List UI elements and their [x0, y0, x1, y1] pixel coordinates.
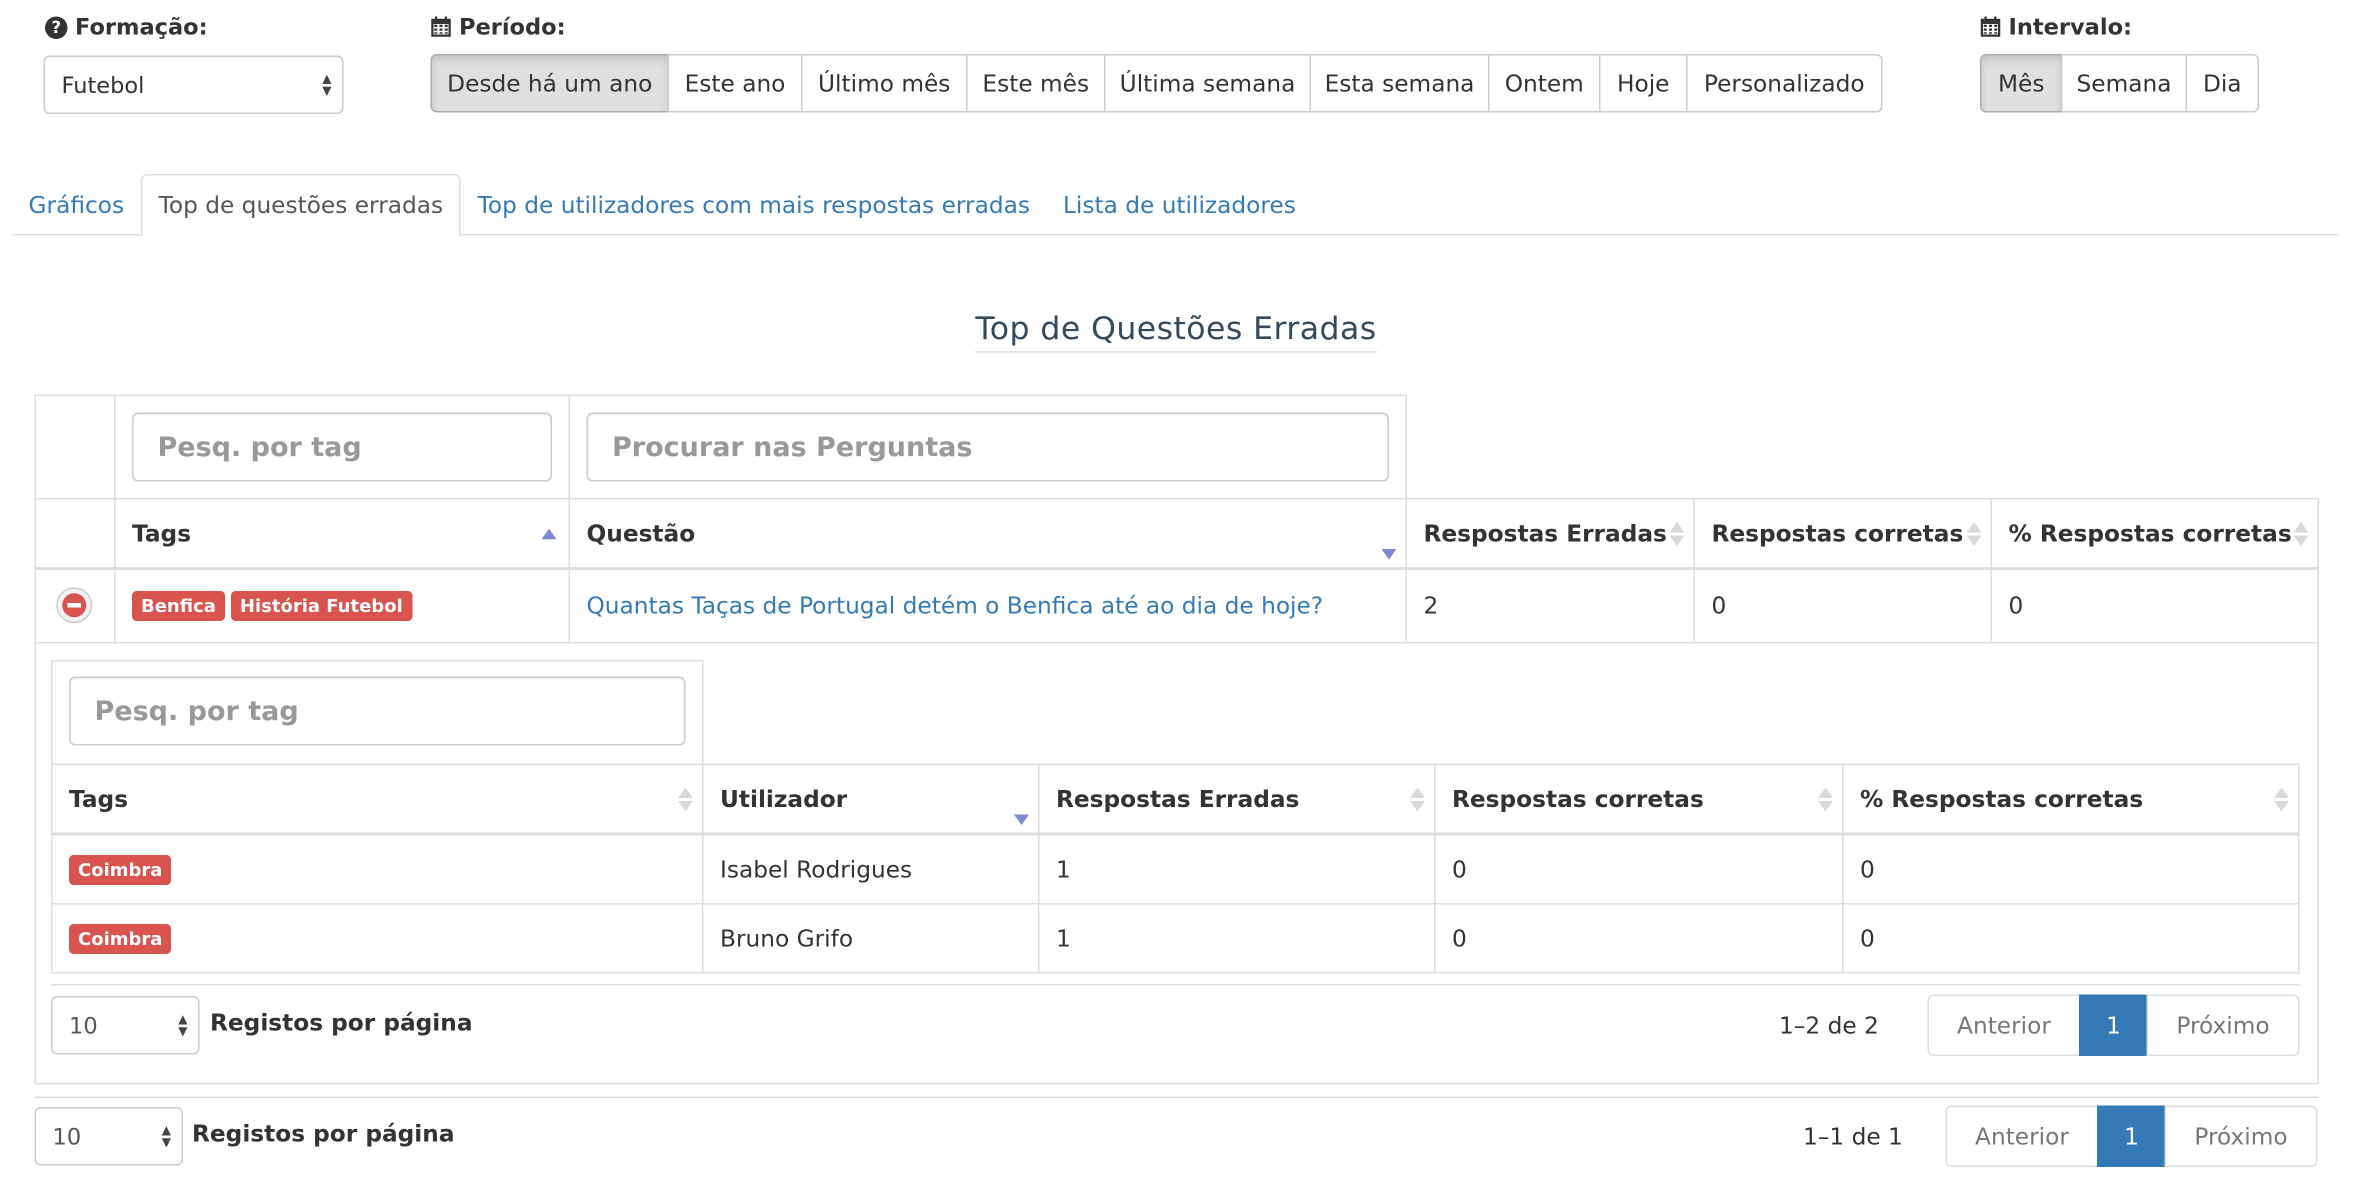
- tab-top-utilizadores[interactable]: Top de utilizadores com mais respostas e…: [461, 174, 1046, 236]
- sort-icon: [2274, 787, 2289, 812]
- section-title: Top de Questões Erradas: [0, 310, 2352, 353]
- sort-icon: [1966, 522, 1982, 546]
- sort-icon: [678, 787, 693, 812]
- periodo-button-group: Desde há um ano Este ano Último mês Este…: [430, 54, 1883, 113]
- main-table: Pesq. por tag Procurar nas Perguntas Tag…: [34, 394, 2319, 1085]
- periodo-desde-ha-um-ano-button[interactable]: Desde há um ano: [430, 54, 669, 113]
- intervalo-mes-button[interactable]: Mês: [1980, 54, 2063, 113]
- table-row-tag: Coimbra: [53, 905, 703, 973]
- sub-next-button[interactable]: Próximo: [2146, 994, 2300, 1056]
- next-button[interactable]: Próximo: [2164, 1105, 2318, 1167]
- sub-pagination: Anterior 1 Próximo: [1927, 994, 2300, 1056]
- tag-badge[interactable]: Coimbra: [69, 923, 172, 954]
- cell-pct-respostas-corretas: 0: [1860, 924, 1875, 952]
- tag-search-input[interactable]: Pesq. por tag: [132, 412, 552, 482]
- sub-prev-button[interactable]: Anterior: [1927, 994, 2081, 1056]
- select-arrows-icon: ▲ ▼: [161, 1122, 171, 1149]
- sub-page-1-button[interactable]: 1: [2079, 994, 2148, 1056]
- sort-icon: [1818, 787, 1833, 812]
- calendar-icon: [431, 16, 451, 37]
- sub-col-utilizador-header[interactable]: Utilizador: [704, 765, 1039, 834]
- periodo-esta-semana-button[interactable]: Esta semana: [1309, 54, 1490, 113]
- sort-desc-icon: [1014, 814, 1029, 825]
- sub-col-respostas-corretas-header[interactable]: Respostas corretas: [1436, 765, 1843, 834]
- col-respostas-erradas-header[interactable]: Respostas Erradas: [1407, 500, 1694, 569]
- sort-icon: [1410, 787, 1425, 812]
- cell-respostas-erradas: 1: [1056, 855, 1071, 883]
- pagination-range: 1–1 de 1: [1803, 1123, 1903, 1151]
- formacao-label: ? Formação:: [45, 14, 208, 41]
- tab-graficos[interactable]: Gráficos: [12, 174, 141, 236]
- cell-utilizador: Bruno Grifo: [720, 924, 854, 952]
- sub-tag-search-input[interactable]: Pesq. por tag: [69, 676, 686, 746]
- sub-col-pct-respostas-corretas-header[interactable]: % Respostas corretas: [1844, 765, 2299, 834]
- collapse-row-button[interactable]: [56, 587, 94, 625]
- col-respostas-corretas-header[interactable]: Respostas corretas: [1695, 500, 1991, 569]
- periodo-ultimo-mes-button[interactable]: Último mês: [801, 54, 968, 113]
- page-1-button[interactable]: 1: [2097, 1105, 2166, 1167]
- tab-top-questoes-erradas[interactable]: Top de questões erradas: [140, 174, 462, 237]
- sort-icon: [1669, 522, 1685, 546]
- table-row-tag: Coimbra: [53, 836, 703, 904]
- col-pct-respostas-corretas-header[interactable]: % Respostas corretas: [1992, 500, 2318, 569]
- prev-button[interactable]: Anterior: [1945, 1105, 2099, 1167]
- sub-page-size-select[interactable]: 10 ▲ ▼: [51, 996, 200, 1055]
- tag-badge[interactable]: Coimbra: [69, 854, 172, 885]
- tab-lista-utilizadores[interactable]: Lista de utilizadores: [1046, 174, 1312, 236]
- intervalo-semana-button[interactable]: Semana: [2061, 54, 2187, 113]
- sub-col-respostas-erradas-header[interactable]: Respostas Erradas: [1040, 765, 1435, 834]
- question-circle-icon: ?: [45, 15, 68, 39]
- cell-pct-respostas-corretas: 0: [2008, 592, 2024, 620]
- cell-utilizador: Isabel Rodrigues: [720, 855, 913, 883]
- sub-page-size-label: Registos por página: [210, 1009, 473, 1037]
- periodo-este-mes-button[interactable]: Este mês: [966, 54, 1106, 113]
- intervalo-dia-button[interactable]: Dia: [2185, 54, 2259, 113]
- sub-pagination-range: 1–2 de 2: [1779, 1012, 1879, 1040]
- table-row-tags: Benfica História Futebol: [116, 570, 569, 642]
- periodo-ontem-button[interactable]: Ontem: [1488, 54, 1601, 113]
- tab-bar: Gráficos Top de questões erradas Top de …: [12, 174, 2339, 237]
- tag-badge[interactable]: História Futebol: [230, 591, 412, 621]
- periodo-este-ano-button[interactable]: Este ano: [667, 54, 803, 113]
- periodo-ultima-semana-button[interactable]: Última semana: [1104, 54, 1311, 113]
- periodo-label: Período:: [431, 14, 566, 41]
- calendar-icon: [1980, 16, 2001, 37]
- sub-col-tags-header[interactable]: Tags: [53, 765, 703, 834]
- sort-desc-icon: [1381, 549, 1397, 560]
- select-arrows-icon: ▲ ▼: [178, 1011, 188, 1038]
- page-size-select[interactable]: 10 ▲ ▼: [34, 1107, 183, 1166]
- cell-respostas-erradas: 2: [1423, 592, 1439, 620]
- cell-respostas-corretas: 0: [1452, 855, 1467, 883]
- row-detail: Pesq. por tag Tags Utilizador Respostas …: [34, 644, 2319, 1085]
- periodo-personalizado-button[interactable]: Personalizado: [1686, 54, 1883, 113]
- periodo-hoje-button[interactable]: Hoje: [1599, 54, 1688, 113]
- page-size-label: Registos por página: [192, 1120, 455, 1148]
- question-search-input[interactable]: Procurar nas Perguntas: [586, 412, 1389, 482]
- tag-badge[interactable]: Benfica: [132, 591, 225, 621]
- select-arrows-icon: ▲ ▼: [322, 71, 332, 97]
- intervalo-label: Intervalo:: [1980, 14, 2132, 41]
- cell-respostas-erradas: 1: [1056, 924, 1071, 952]
- sort-asc-icon: [541, 528, 557, 540]
- col-questao-header[interactable]: Questão: [570, 500, 1406, 569]
- minus-circle-icon: [56, 587, 93, 624]
- pagination: Anterior 1 Próximo: [1945, 1105, 2318, 1167]
- cell-respostas-corretas: 0: [1711, 592, 1727, 620]
- sort-icon: [2293, 522, 2309, 546]
- question-link[interactable]: Quantas Taças de Portugal detém o Benfic…: [570, 570, 1406, 642]
- cell-respostas-corretas: 0: [1452, 924, 1467, 952]
- cell-pct-respostas-corretas: 0: [1860, 855, 1875, 883]
- col-tags-header[interactable]: Tags: [116, 500, 569, 569]
- intervalo-button-group: Mês Semana Dia: [1980, 54, 2259, 113]
- formacao-select[interactable]: Futebol ▲ ▼: [43, 55, 344, 114]
